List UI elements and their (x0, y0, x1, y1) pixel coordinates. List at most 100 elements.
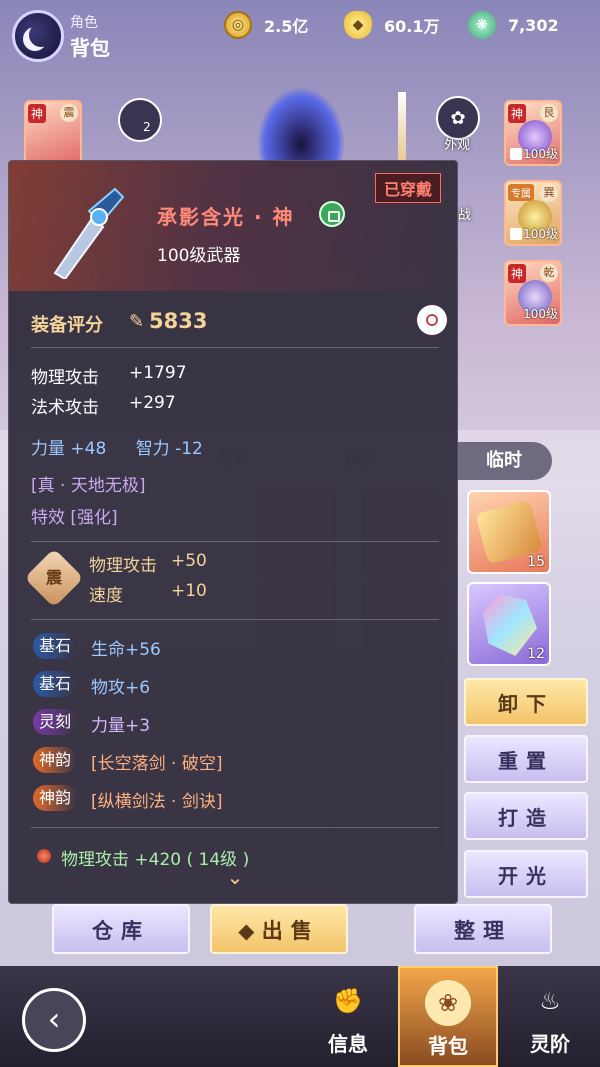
unlock-icon[interactable] (319, 201, 345, 227)
divider (31, 541, 439, 542)
nav-spirit-rank[interactable]: ♨ 灵阶 (500, 966, 600, 1067)
trigram-stat: 物理攻击 +50 (89, 551, 207, 576)
divider (31, 347, 439, 348)
jade-value: 7,302 (508, 15, 559, 35)
nav-info-label: 信息 (328, 1032, 368, 1056)
item-detail-card: 承影含光 · 神 100级武器 已穿戴 装备评分 ✎ 5833 物理攻击 +17… (8, 160, 458, 904)
sell-label: 出售 (261, 919, 320, 943)
set-name: [真 · 天地无极] (31, 476, 146, 496)
special-effect: 特效 [强化] (31, 508, 118, 528)
page-title: 背包 (70, 36, 110, 60)
reset-button[interactable]: 重置 (464, 735, 588, 783)
nav-bag-label: 背包 (428, 1034, 468, 1058)
equip-slot-xun[interactable]: 专属 巽 100级 (504, 180, 562, 246)
warehouse-button[interactable]: 仓库 (52, 904, 190, 954)
stat-physical-attack: 物理攻击 +1797 (31, 363, 187, 388)
temp-item-crystal[interactable]: 12 (467, 582, 551, 666)
weapon-slot[interactable]: 神 震 (24, 100, 82, 166)
resource-gold[interactable]: ◆ 60.1万 (344, 11, 439, 39)
armor-count: 2 (143, 120, 151, 134)
armor-icon[interactable]: 2 (118, 98, 162, 142)
lock-icon (510, 228, 522, 240)
sell-button[interactable]: ◆ 出售 (210, 904, 348, 954)
quill-icon: ✎ (129, 311, 145, 332)
stat-value: +297 (129, 393, 176, 413)
slot-tag: 专属 (508, 184, 534, 201)
stat-value: +10 (171, 581, 207, 601)
battle-label: 战 (458, 208, 472, 223)
slot-text: [纵横剑法 · 剑诀] (91, 792, 223, 812)
item-count: 15 (527, 554, 545, 570)
bag-icon: ❀ (425, 980, 471, 1026)
equipped-badge: 已穿戴 (375, 173, 442, 203)
sword-weapon-icon (53, 187, 125, 279)
attribute-row: 力量 +48 智力 -12 (31, 434, 227, 459)
slot-text: 力量+3 (91, 716, 151, 736)
nav-bag[interactable]: ❀ 背包 (398, 966, 498, 1067)
attr-strength: 力量 +48 (31, 439, 107, 459)
slot-tag: 神 (508, 264, 527, 283)
unequip-button[interactable]: 卸下 (464, 678, 588, 726)
slot-level: 100级 (523, 147, 558, 161)
stat-magic-attack: 法术攻击 +297 (31, 393, 176, 418)
item-level-type: 100级武器 (157, 246, 241, 266)
slot-level: 100级 (523, 227, 558, 241)
slot-trigram: 艮 (540, 104, 558, 122)
nav-info[interactable]: ✊ 信息 (298, 966, 398, 1067)
forge-button[interactable]: 打造 (464, 792, 588, 840)
divider (31, 619, 439, 620)
enlighten-button[interactable]: 开光 (464, 850, 588, 898)
attr-intellect: 智力 -12 (135, 439, 203, 459)
resource-coin[interactable]: ◎ 2.5亿 (224, 11, 309, 39)
slot-level: 100级 (523, 307, 558, 321)
lock-icon (510, 148, 522, 160)
slot-text: 物攻+6 (91, 678, 151, 698)
stat-value: +50 (171, 551, 207, 571)
slot-trigram: 震 (60, 104, 78, 122)
slot-tag-cornerstone: 基石 (33, 633, 78, 659)
eye-icon[interactable] (417, 305, 447, 335)
moon-avatar-icon[interactable] (12, 10, 64, 62)
item-count: 12 (527, 646, 545, 662)
slot-tag: 神 (28, 104, 47, 123)
item-name: 承影含光 · 神 (157, 205, 295, 229)
jade-icon: ❋ (468, 11, 496, 39)
slot-text: [长空落剑 · 破空] (91, 754, 223, 774)
trigram-stat: 速度 +10 (89, 581, 207, 606)
slot-tag-cornerstone: 基石 (33, 671, 78, 697)
stat-name: 法术攻击 (31, 398, 99, 418)
slot-tag-divine-rhyme: 神韵 (33, 785, 78, 811)
tab-temporary[interactable]: 临时 (456, 442, 552, 480)
slot-tag-divine-rhyme: 神韵 (33, 747, 78, 773)
trigram-badge: 震 (24, 548, 84, 608)
bonus-orb-icon (37, 849, 51, 863)
trigram-label: 震 (45, 567, 63, 587)
sword-icon (398, 92, 406, 162)
sort-button[interactable]: 整理 (414, 904, 552, 954)
nav-spirit-rank-label: 灵阶 (530, 1032, 570, 1056)
chevron-down-icon[interactable]: ⌄ (221, 865, 249, 893)
footer-nav: ‹ ✊ 信息 ❀ 背包 ♨ 灵阶 (0, 966, 600, 1067)
rating-label: 装备评分 (31, 315, 103, 336)
sell-ingot-icon: ◆ (238, 919, 262, 943)
divider (31, 827, 439, 828)
nav-subtitle: 角色 (70, 15, 98, 31)
resource-jade[interactable]: ❋ 7,302 (468, 11, 559, 39)
equip-slot-qian[interactable]: 神 乾 100级 (504, 260, 562, 326)
rating-value: 5833 (149, 309, 208, 333)
temp-item-scroll[interactable]: 15 (467, 490, 551, 574)
back-arrow-icon[interactable]: ‹ (22, 988, 86, 1052)
slot-tag-spirit-carve: 灵刻 (33, 709, 78, 735)
flame-icon: ♨ (539, 987, 561, 1015)
gold-ingot-icon: ◆ (344, 11, 372, 39)
coin-value: 2.5亿 (264, 17, 309, 36)
stat-value: +1797 (129, 363, 187, 383)
top-bar: 角色 背包 ◎ 2.5亿 ◆ 60.1万 ❋ 7,302 (0, 0, 600, 70)
stat-name: 物理攻击 (31, 368, 99, 388)
slot-trigram: 巽 (540, 184, 558, 202)
appearance-label: 外观 (444, 138, 471, 153)
equip-slot-gen[interactable]: 神 艮 100级 (504, 100, 562, 166)
coin-icon: ◎ (224, 11, 252, 39)
slot-tag: 神 (508, 104, 527, 123)
slot-trigram: 乾 (540, 264, 558, 282)
